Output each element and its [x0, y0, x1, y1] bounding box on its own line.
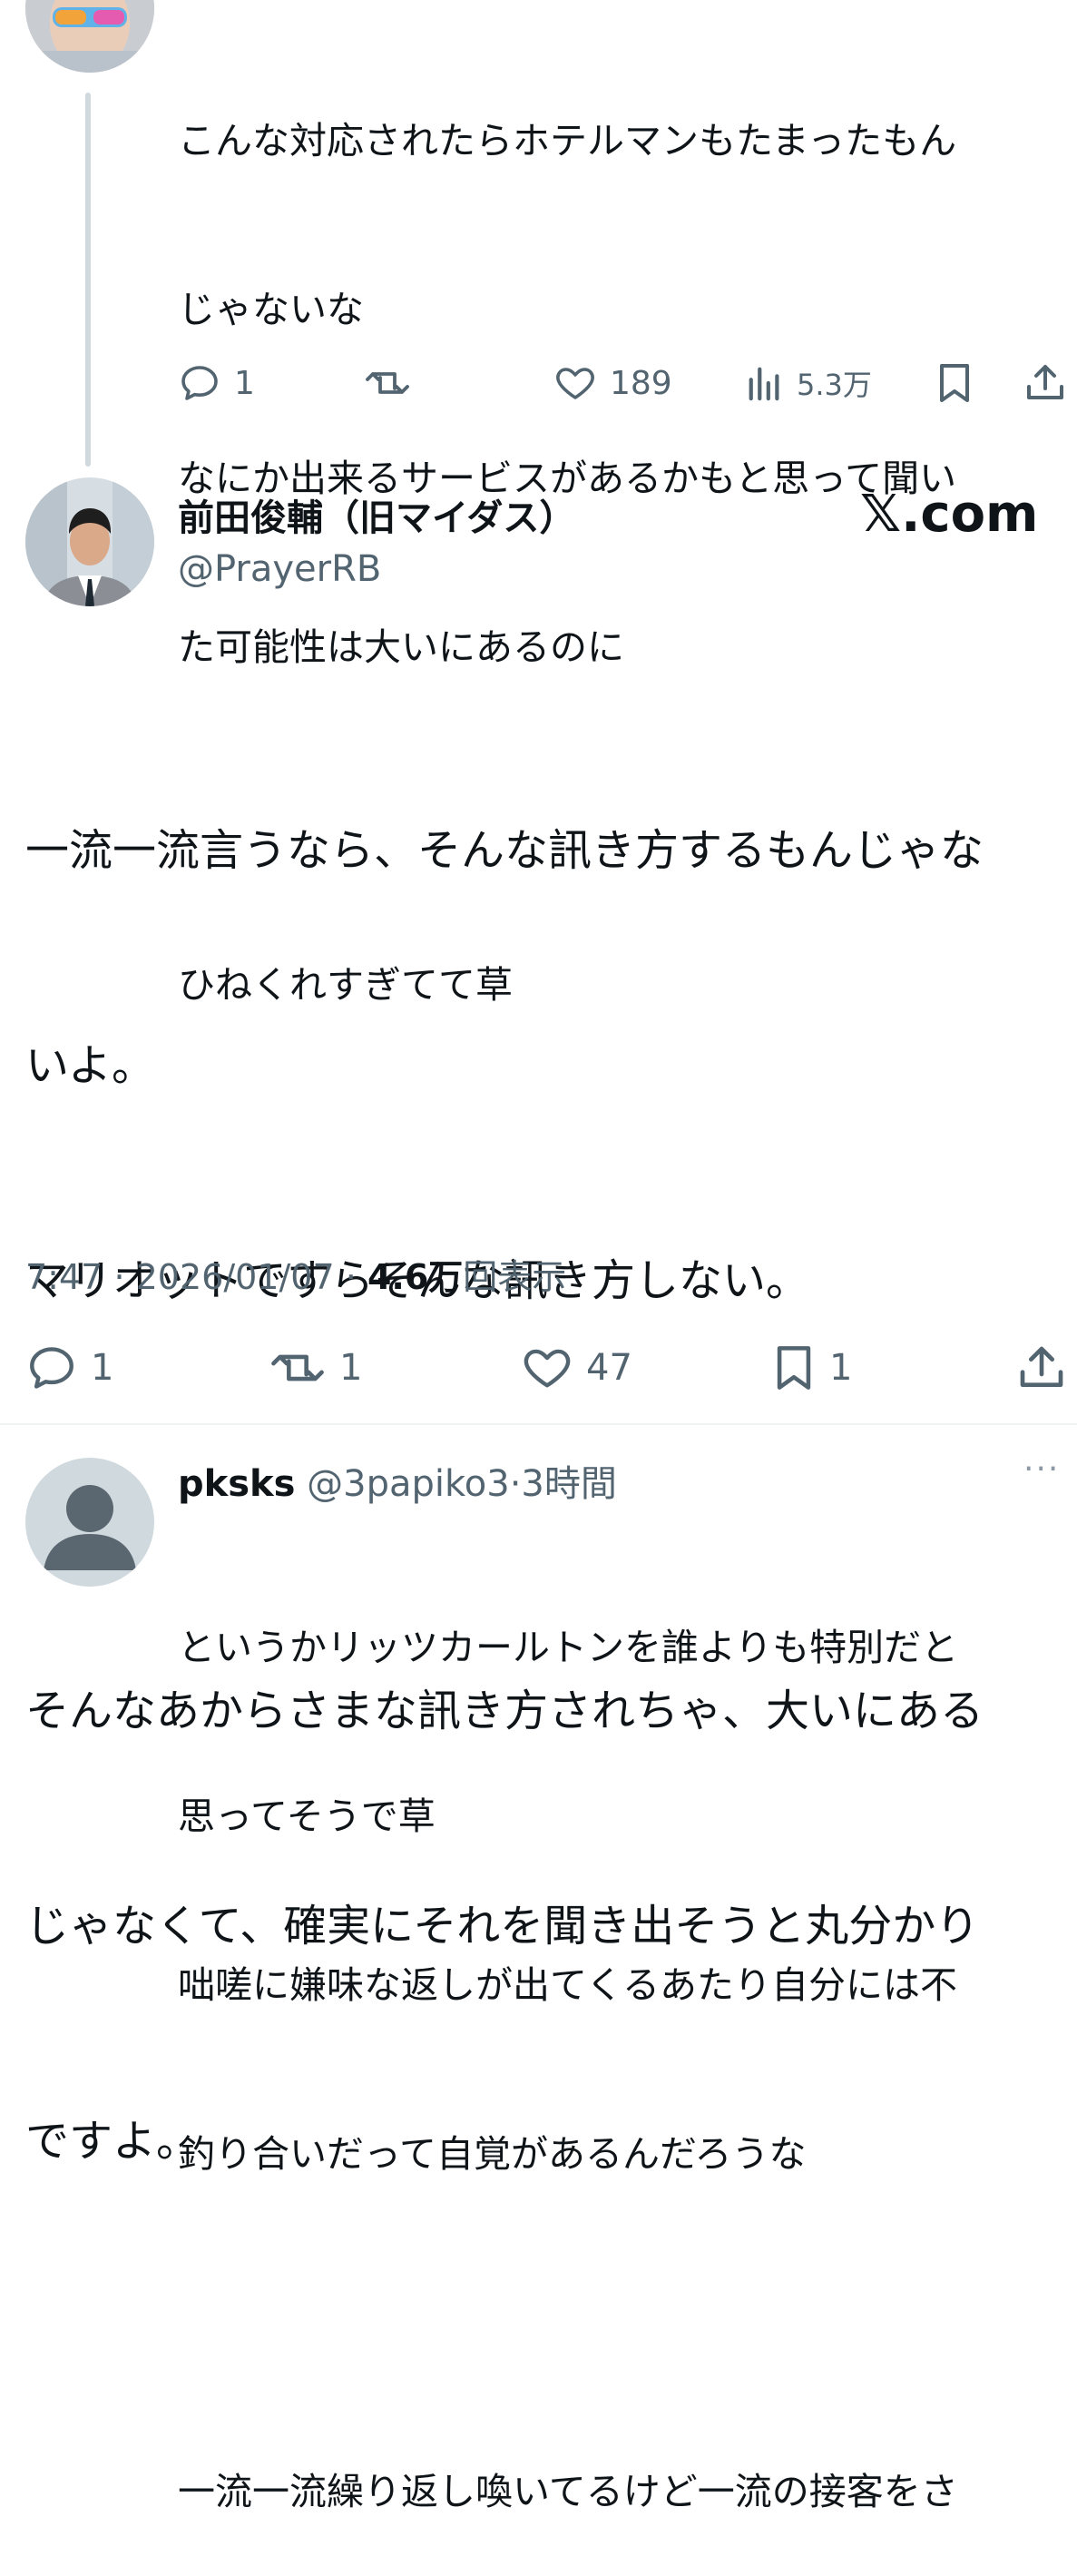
- top-reply-reply-button[interactable]: 1: [178, 361, 255, 405]
- top-reply-views-button[interactable]: 5.3万: [746, 361, 872, 405]
- views-count: 5.3万: [797, 368, 872, 402]
- reply-count: 1: [91, 1347, 114, 1389]
- reply-icon: [30, 1347, 73, 1389]
- default-avatar-icon: [25, 1458, 154, 1587]
- top-reply-line: こんな対応されたらホテルマンもたまったもん: [178, 119, 957, 162]
- reply-line: 思ってそうで草: [178, 1794, 436, 1838]
- share-icon: [1020, 1346, 1063, 1387]
- views-count: 4.6万: [367, 1257, 464, 1297]
- reply-count: 1: [234, 364, 255, 402]
- main-tweet-line: いよ。: [25, 1040, 156, 1091]
- like-count: 47: [586, 1347, 632, 1389]
- main-tweet-avatar[interactable]: [25, 477, 154, 606]
- reply-text: というかリッツカールトンを誰よりも特別だと 思ってそうで草 咄嗟に嫌味な返しが出…: [178, 1507, 1058, 2576]
- main-retweet-button[interactable]: 1: [269, 1342, 362, 1394]
- like-count: 189: [610, 364, 672, 402]
- tweet-time[interactable]: 7:47: [25, 1257, 103, 1297]
- top-reply-avatar[interactable]: [25, 0, 154, 73]
- meta-separator: ·: [113, 1257, 125, 1297]
- reply-line: というかリッツカールトンを誰よりも特別だと: [178, 1626, 959, 1669]
- bookmark-icon: [777, 1346, 811, 1390]
- reply-line: 釣り合いだって自覚があるんだろうな: [178, 2132, 807, 2176]
- thread-line: [85, 93, 91, 467]
- retweet-icon: [271, 1354, 324, 1381]
- main-tweet-line: 一流一流言うなら、そんな訊き方するもんじゃな: [25, 825, 984, 876]
- top-reply-bookmark-button[interactable]: [935, 361, 974, 405]
- reply-handle[interactable]: @3papiko3: [307, 1463, 510, 1505]
- tweet-date[interactable]: 2026/01/07: [136, 1257, 335, 1297]
- views-chart-icon: [749, 367, 779, 401]
- main-tweet-meta: 7:47 · 2026/01/07 · 4.6万回表示: [25, 1249, 566, 1299]
- main-tweet-handle[interactable]: @PrayerRB: [178, 548, 381, 590]
- reply-line: 咄嗟に嫌味な返しが出てくるあたり自分には不: [178, 1963, 957, 2007]
- retweet-count: 1: [339, 1347, 363, 1389]
- main-tweet-display-name[interactable]: 前田俊輔（旧マイダス）: [178, 488, 575, 541]
- more-options-icon[interactable]: ···: [1023, 1450, 1060, 1488]
- tweet-divider: [0, 1423, 1077, 1425]
- heart-icon: [556, 368, 594, 399]
- avatar-image: [25, 0, 154, 73]
- reply-separator: ·: [509, 1463, 522, 1505]
- reply-line: 一流一流繰り返し喚いてるけど一流の接客をさ: [178, 2470, 958, 2513]
- top-reply-retweet-button[interactable]: [363, 361, 425, 405]
- top-reply-line: じゃないな: [178, 288, 364, 331]
- reply-avatar[interactable]: [25, 1458, 154, 1587]
- avatar-image: [25, 477, 154, 606]
- reply-time[interactable]: 3時間: [521, 1463, 616, 1505]
- x-com-watermark: 𝕏.com: [860, 485, 1039, 544]
- main-reply-button[interactable]: 1: [25, 1342, 113, 1394]
- retweet-icon: [366, 372, 409, 394]
- views-label: 回表示: [463, 1257, 567, 1297]
- main-bookmark-button[interactable]: 1: [771, 1342, 852, 1394]
- top-reply-share-button[interactable]: [1023, 361, 1067, 405]
- heart-icon: [524, 1349, 571, 1388]
- reply-header: pksks @3papiko3·3時間: [178, 1454, 617, 1507]
- bookmark-icon: [940, 364, 969, 402]
- reply-display-name[interactable]: pksks: [178, 1463, 295, 1505]
- bookmark-count: 1: [829, 1347, 853, 1389]
- top-reply-like-button[interactable]: 189: [553, 361, 672, 405]
- top-reply-line: た可能性は大いにあるのに: [178, 625, 624, 669]
- main-share-button[interactable]: [1016, 1342, 1067, 1394]
- reply-icon: [181, 366, 218, 400]
- meta-separator: ·: [345, 1257, 357, 1297]
- share-icon: [1027, 365, 1063, 399]
- main-like-button[interactable]: 47: [521, 1342, 632, 1394]
- reply-line: [178, 2295, 1058, 2351]
